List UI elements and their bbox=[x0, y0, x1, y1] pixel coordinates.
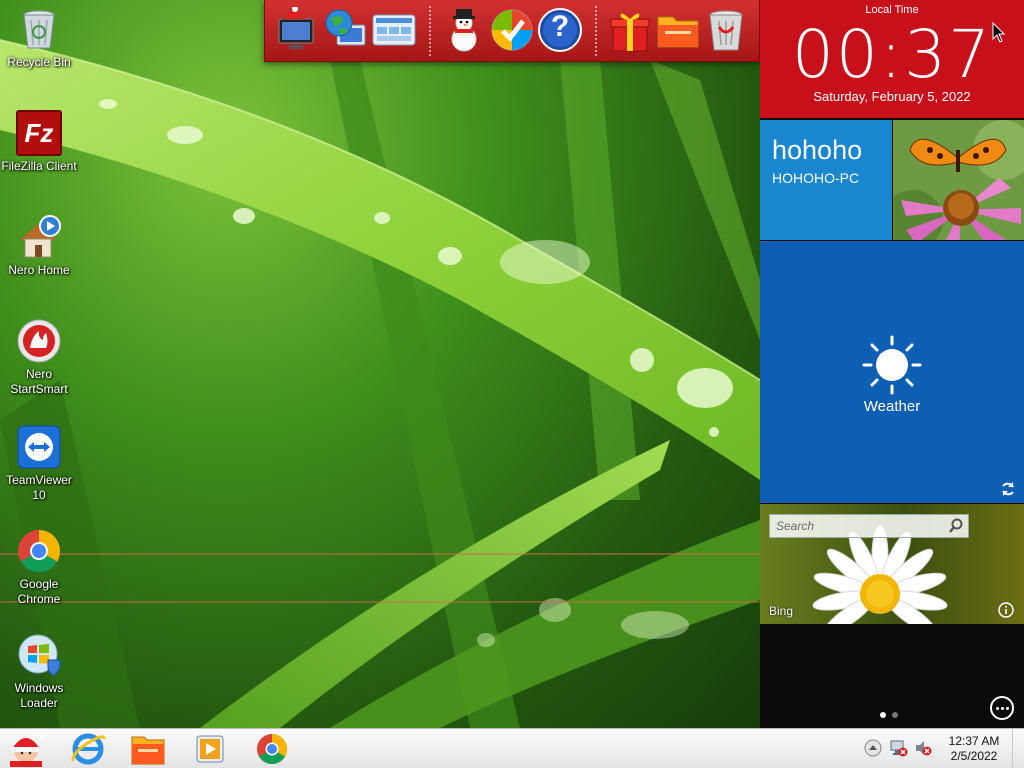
sun-icon bbox=[862, 335, 922, 395]
metro-side-panel: Local Time 00:37 Saturday, February 5, 2… bbox=[760, 0, 1024, 728]
recycle-bin-icon bbox=[16, 6, 62, 52]
start-button-santa[interactable] bbox=[6, 731, 46, 767]
network-disconnected-icon[interactable] bbox=[890, 739, 908, 757]
mouse-cursor-icon bbox=[992, 22, 1006, 43]
internet-explorer-icon[interactable] bbox=[68, 731, 108, 767]
desktop-icon-label: Recycle Bin bbox=[7, 55, 71, 69]
desktop-icon-label: Windows Loader bbox=[14, 681, 64, 710]
windows-loader-icon bbox=[16, 632, 62, 678]
desktop-icon-recycle-bin[interactable]: Recycle Bin bbox=[0, 6, 78, 70]
desktop-icon-label: TeamViewer 10 bbox=[6, 473, 72, 502]
search-icon[interactable] bbox=[948, 518, 964, 534]
filezilla-icon: Fz bbox=[16, 110, 62, 156]
desktop-icon-nero-startsmart[interactable]: Nero StartSmart bbox=[0, 318, 78, 397]
folder-icon[interactable] bbox=[655, 7, 701, 53]
help-glyph: ? bbox=[550, 10, 570, 43]
help-icon[interactable]: ? bbox=[537, 7, 583, 53]
windows-check-icon[interactable] bbox=[489, 7, 535, 53]
nero-startsmart-icon bbox=[16, 318, 62, 364]
desktop-icon-windows-loader[interactable]: Windows Loader bbox=[0, 632, 78, 711]
taskbar: 12:37 AM 2/5/2022 bbox=[0, 728, 1024, 768]
chrome-icon bbox=[16, 528, 62, 574]
teamviewer-icon bbox=[16, 424, 62, 470]
globe-network-icon[interactable] bbox=[323, 7, 369, 53]
bing-label: Bing bbox=[769, 604, 794, 618]
chrome-icon[interactable] bbox=[252, 731, 292, 767]
bing-tile[interactable]: Search Bing bbox=[760, 504, 1024, 624]
desktop-icon-teamviewer[interactable]: TeamViewer 10 bbox=[0, 424, 78, 503]
bing-search-input[interactable]: Search bbox=[769, 514, 969, 538]
top-dock: ? bbox=[264, 0, 760, 62]
desktop-icon-label: Google Chrome bbox=[17, 577, 61, 606]
dock-separator bbox=[595, 6, 597, 56]
page-indicator bbox=[880, 705, 904, 723]
computer-name: HOHOHO-PC bbox=[772, 170, 860, 186]
refresh-icon[interactable] bbox=[1000, 481, 1016, 497]
grass-wallpaper-art bbox=[0, 39, 760, 728]
volume-muted-icon[interactable] bbox=[914, 739, 932, 757]
taskbar-clock[interactable]: 12:37 AM 2/5/2022 bbox=[942, 734, 1006, 764]
gift-icon[interactable] bbox=[607, 7, 653, 53]
show-desktop-button[interactable] bbox=[1012, 729, 1024, 768]
clock-tile-label: Local Time bbox=[865, 4, 919, 16]
christmas-pc-icon[interactable] bbox=[275, 6, 321, 53]
taskbar-clock-date: 2/5/2022 bbox=[950, 749, 998, 763]
page-dot[interactable] bbox=[892, 712, 898, 718]
weather-label: Weather bbox=[863, 398, 921, 415]
nero-home-icon bbox=[16, 214, 62, 260]
filezilla-glyph: Fz bbox=[24, 118, 54, 148]
page-dot-active[interactable] bbox=[880, 712, 886, 718]
butterfly-picture bbox=[893, 120, 1024, 240]
desktop-icon-label: FileZilla Client bbox=[1, 159, 77, 173]
user-picture-tile[interactable] bbox=[893, 120, 1024, 240]
dock-separator bbox=[429, 6, 431, 56]
desktop-icon-label: Nero StartSmart bbox=[10, 367, 68, 396]
user-tile[interactable]: hohoho HOHOHO-PC bbox=[760, 120, 892, 240]
more-options-button[interactable] bbox=[990, 696, 1014, 720]
user-name: hohoho bbox=[772, 135, 863, 165]
weather-tile[interactable]: Weather bbox=[760, 241, 1024, 503]
clock-tile[interactable]: Local Time 00:37 Saturday, February 5, 2… bbox=[760, 0, 1024, 118]
show-hidden-icons-icon[interactable] bbox=[864, 739, 882, 757]
file-explorer-icon[interactable] bbox=[128, 731, 168, 767]
trash-icon[interactable] bbox=[703, 7, 749, 53]
info-icon[interactable] bbox=[998, 602, 1014, 618]
desktop-icon-google-chrome[interactable]: Google Chrome bbox=[0, 528, 78, 607]
snowman-icon[interactable] bbox=[441, 7, 487, 53]
control-panel-icon[interactable] bbox=[371, 7, 417, 53]
desktop-icon-label: Nero Home bbox=[8, 263, 70, 277]
desktop-icon-filezilla[interactable]: Fz FileZilla Client bbox=[0, 110, 78, 174]
desktop-icon-nero-home[interactable]: Nero Home bbox=[0, 214, 78, 278]
clock-tile-time: 00:37 bbox=[791, 16, 993, 93]
media-player-icon[interactable] bbox=[190, 731, 230, 767]
desktop-wallpaper bbox=[0, 0, 760, 728]
taskbar-clock-time: 12:37 AM bbox=[948, 734, 1000, 748]
